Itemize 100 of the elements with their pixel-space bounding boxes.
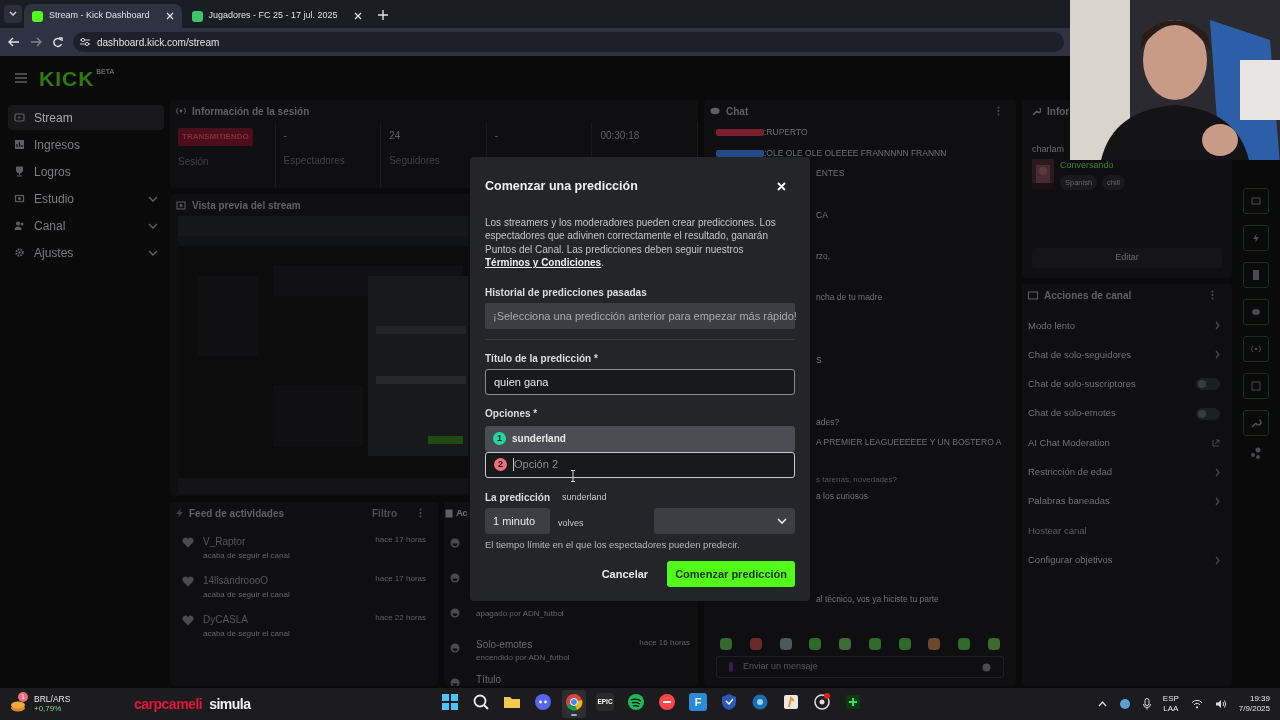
- chat-bubble-icon: [710, 107, 720, 115]
- panel-title: Ac: [456, 505, 468, 520]
- emote-icon[interactable]: [809, 638, 822, 650]
- chevron-right-icon: [1215, 350, 1220, 360]
- emote-icon[interactable]: [958, 638, 971, 650]
- tab-list-button[interactable]: [4, 5, 22, 23]
- emote-icon[interactable]: [987, 638, 1000, 650]
- emote-icon[interactable]: [898, 638, 911, 650]
- browser-tab[interactable]: Jugadores - FC 25 - 17 jul. 2025: [183, 4, 370, 28]
- chat-message: ncha de tu madre: [816, 291, 883, 305]
- action-item[interactable]: Chat de solo-emotes: [1028, 406, 1196, 421]
- toggle-switch[interactable]: [1196, 378, 1220, 391]
- back-icon[interactable]: [8, 37, 20, 47]
- category-link[interactable]: Conversando: [1060, 158, 1126, 172]
- ticker-text: carpcameli: [134, 694, 203, 714]
- play-screen-icon: [14, 112, 25, 123]
- sidebar-item[interactable]: Canal: [8, 213, 164, 238]
- live-badge: TRANSMITIENDO: [178, 128, 253, 146]
- rail-button[interactable]: [1243, 410, 1269, 436]
- chevron-up-icon[interactable]: [1097, 701, 1107, 707]
- forward-icon[interactable]: [30, 37, 42, 47]
- emoji-icon[interactable]: [982, 662, 991, 672]
- more-icon[interactable]: [1211, 290, 1214, 300]
- emote-icon[interactable]: [868, 638, 881, 650]
- option-value: sunderland: [512, 432, 566, 447]
- log-detail: encendido por ADN_futbol: [476, 652, 571, 664]
- action-item[interactable]: Configurar objetivos: [1028, 552, 1215, 568]
- taskbar-app[interactable]: F: [686, 690, 710, 718]
- sidebar-item[interactable]: Ajustes: [8, 240, 164, 265]
- sidebar-item[interactable]: Stream: [8, 105, 164, 130]
- browser-tab[interactable]: Stream - Kick Dashboard: [24, 4, 182, 28]
- chat-message: ENTES: [816, 167, 845, 181]
- address-bar[interactable]: dashboard.kick.com/stream: [73, 32, 1064, 52]
- logo-text[interactable]: KICK: [39, 67, 95, 89]
- external-link-icon: [1212, 438, 1220, 447]
- toggle-switch[interactable]: [1196, 407, 1220, 420]
- blurred-username: [716, 128, 764, 136]
- heart-icon: [182, 615, 194, 626]
- follower-name: DyCASLA: [203, 613, 249, 627]
- gear-circle-icon: [812, 692, 832, 712]
- clock-date[interactable]: 7/9/2025: [1238, 704, 1270, 714]
- emote-icon[interactable]: [779, 638, 792, 650]
- action-item[interactable]: Chat de solo-suscriptores: [1028, 377, 1196, 392]
- sidebar-item[interactable]: Logros: [8, 159, 164, 184]
- edit-button[interactable]: Editar: [1032, 248, 1222, 268]
- language-code[interactable]: ESP: [1162, 694, 1179, 704]
- option-number: 2: [494, 458, 507, 472]
- ghost-text: sunderland: [562, 491, 607, 505]
- close-icon[interactable]: [777, 181, 786, 191]
- help-text: El tiempo límite en el que los espectadores pueden predecir.: [485, 537, 741, 552]
- url-text: dashboard.kick.com/stream: [97, 35, 220, 50]
- tray-app-icon[interactable]: [1118, 698, 1131, 710]
- emote-icon[interactable]: [720, 638, 732, 650]
- field-label: Historial de predicciones pasadas: [485, 286, 648, 299]
- coins-icon: [10, 700, 26, 712]
- action-item[interactable]: Restricción de edad: [1028, 465, 1215, 480]
- clock-time[interactable]: 19:39: [1249, 694, 1270, 704]
- people-icon: [14, 220, 25, 231]
- option-field[interactable]: 2 Opción 2: [485, 451, 795, 478]
- intro-text: Los streamers y los moderadores pueden crear predicciones. Los espectadores que adivinen correctamente el resultado, ganarán Puntos del Canal. Las predicciones deben seguir nuestros Términos y Condiciones.: [485, 215, 777, 270]
- chat-message: S: [816, 353, 822, 367]
- action-item[interactable]: Chat de solo-seguidores: [1028, 347, 1215, 363]
- emote-icon[interactable]: [749, 638, 762, 650]
- sidebar-item[interactable]: Estudio: [8, 186, 164, 211]
- panel-title: Vista previa del stream: [192, 198, 302, 213]
- microphone-icon[interactable]: [1142, 698, 1151, 710]
- action-item[interactable]: Modo lento: [1028, 318, 1215, 333]
- emote-icon[interactable]: [839, 638, 852, 650]
- action-item[interactable]: AI Chat Moderation: [1028, 435, 1212, 450]
- cancel-button[interactable]: Cancelar: [601, 565, 649, 583]
- duration-field[interactable]: 1 minuto: [485, 507, 550, 534]
- emote-icon[interactable]: [928, 638, 941, 650]
- mic-icon: [729, 662, 733, 672]
- sidebar-item[interactable]: Ingresos: [8, 132, 164, 157]
- settings-icon: [14, 247, 25, 258]
- dots-icon[interactable]: [1250, 447, 1262, 459]
- favicon-icon: [191, 10, 203, 22]
- rail-button[interactable]: [1243, 299, 1269, 325]
- new-tab-icon[interactable]: [377, 10, 388, 20]
- menu-icon[interactable]: [15, 73, 27, 83]
- wifi-icon[interactable]: [1190, 699, 1203, 709]
- broadcast-icon: [176, 107, 186, 115]
- rail-button[interactable]: [1243, 262, 1269, 288]
- reload-icon[interactable]: [52, 36, 63, 48]
- keyboard-layout[interactable]: LAA: [1163, 704, 1179, 714]
- taskbar-app[interactable]: [562, 690, 586, 718]
- more-icon[interactable]: [419, 508, 422, 518]
- search-icon: [471, 692, 491, 712]
- start-prediction-button[interactable]: Comenzar predicción: [667, 561, 795, 587]
- history-select[interactable]: ¡Selecciona una predicción anterior para empezar más rápido!: [485, 302, 795, 329]
- feed-time: hace 17 horas: [375, 573, 426, 585]
- option-field[interactable]: 1 sunderland: [485, 425, 795, 452]
- speaker-icon[interactable]: [1214, 699, 1227, 709]
- option-placeholder: Opción 2: [513, 458, 559, 472]
- heart-icon: [182, 537, 194, 548]
- title-field[interactable]: quien gana: [485, 368, 795, 395]
- figure-square-icon: [781, 692, 801, 712]
- more-icon[interactable]: [997, 106, 1000, 116]
- feed-action: acaba de seguir el canal: [203, 589, 291, 601]
- action-item[interactable]: Palabras baneadas: [1028, 494, 1215, 509]
